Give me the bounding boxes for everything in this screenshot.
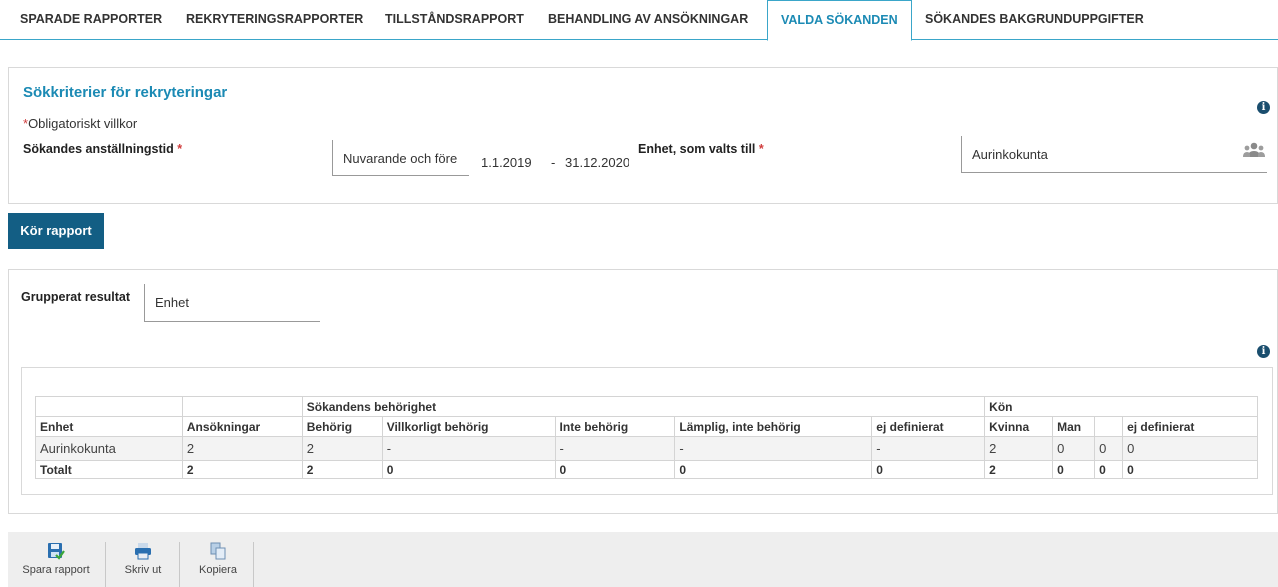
- table-cell: 0: [381, 460, 556, 479]
- bottom-toolbar: Spara rapport Skriv ut Kopiera: [8, 532, 1278, 587]
- table-cell: 2: [984, 460, 1054, 479]
- table-cell: 0: [554, 460, 676, 479]
- col-header: Inte behörig: [554, 416, 676, 437]
- info-icon[interactable]: i: [1257, 101, 1270, 114]
- copy-icon: [210, 542, 226, 560]
- table-cell: -: [554, 436, 676, 461]
- table-cell: 0: [1122, 460, 1258, 479]
- printer-icon: [135, 543, 151, 560]
- toolbar-divider: [253, 542, 254, 587]
- table-cell: 2: [181, 460, 303, 479]
- col-header: ej definierat: [871, 416, 986, 437]
- grouping-label: Grupperat resultat: [21, 290, 131, 304]
- table-cell: Totalt: [35, 460, 183, 479]
- toolbar-divider: [179, 542, 180, 587]
- tab-applicant-background[interactable]: SÖKANDES BAKGRUNDUPPGIFTER: [925, 0, 1144, 40]
- grouping-select[interactable]: Enhet: [144, 284, 320, 322]
- table-cell: 0: [1052, 436, 1096, 461]
- table-cell: 0: [1094, 460, 1124, 479]
- date-separator: -: [551, 155, 556, 170]
- group-header-eligibility: Sökandens behörighet: [301, 396, 986, 417]
- save-report-button[interactable]: Spara rapport: [16, 542, 96, 576]
- col-header: Behörig: [301, 416, 383, 437]
- table-cell: 0: [1052, 460, 1096, 479]
- table-cell: 2: [301, 436, 383, 461]
- run-report-button[interactable]: Kör rapport: [8, 213, 104, 249]
- save-icon: [48, 543, 65, 560]
- table-row: Aurinkokunta 2 2 - - - - 2 0 0 0: [35, 436, 1258, 461]
- employment-label: Sökandes anställningstid *: [23, 142, 183, 156]
- table-cell: 0: [871, 460, 986, 479]
- table-cell: -: [871, 436, 986, 461]
- report-table-container: Sökandens behörighet Kön Enhet Ansökning…: [21, 367, 1273, 495]
- table-column-header: Enhet Ansökningar Behörig Villkorligt be…: [35, 416, 1258, 437]
- table-cell: 2: [181, 436, 303, 461]
- col-header: Ansökningar: [181, 416, 303, 437]
- col-header: Kvinna: [984, 416, 1054, 437]
- unit-select[interactable]: Aurinkokunta: [961, 136, 1267, 173]
- table-cell: -: [381, 436, 556, 461]
- col-header: [1094, 416, 1124, 437]
- col-header: Villkorligt behörig: [381, 416, 556, 437]
- search-criteria-panel: Sökkriterier för rekryteringar i *Obliga…: [8, 67, 1278, 204]
- tab-recruitment-reports[interactable]: REKRYTERINGSRAPPORTER: [186, 0, 363, 40]
- date-from-field[interactable]: 1.1.2019: [481, 155, 531, 170]
- col-header: Lämplig, inte behörig: [674, 416, 873, 437]
- table-cell: 0: [1122, 436, 1258, 461]
- people-icon[interactable]: [1242, 141, 1266, 159]
- group-header-gender: Kön: [984, 396, 1258, 417]
- table-cell: -: [674, 436, 873, 461]
- tab-permit-report[interactable]: TILLSTÅNDSRAPPORT: [385, 0, 524, 40]
- criteria-title: Sökkriterier för rekryteringar: [23, 84, 228, 101]
- tab-selected-applicants[interactable]: VALDA SÖKANDEN: [767, 0, 912, 41]
- report-tabs: SPARADE RAPPORTER REKRYTERINGSRAPPORTER …: [0, 0, 1278, 41]
- table-cell: 2: [301, 460, 383, 479]
- table-cell: Aurinkokunta: [35, 436, 183, 461]
- tab-application-processing[interactable]: BEHANDLING AV ANSÖKNINGAR: [548, 0, 748, 40]
- employment-select[interactable]: Nuvarande och före: [332, 140, 469, 176]
- col-header: Man: [1052, 416, 1096, 437]
- table-cell: 0: [674, 460, 873, 479]
- report-table: Sökandens behörighet Kön Enhet Ansökning…: [35, 396, 1258, 479]
- col-header: ej definierat: [1122, 416, 1258, 437]
- result-panel: Grupperat resultat Enhet i Sökandens beh…: [8, 269, 1278, 514]
- print-button[interactable]: Skriv ut: [112, 542, 174, 576]
- date-to-field[interactable]: 31.12.2020: [565, 155, 629, 170]
- table-cell: 0: [1094, 436, 1124, 461]
- tab-saved-reports[interactable]: SPARADE RAPPORTER: [20, 0, 162, 40]
- col-header: Enhet: [35, 416, 183, 437]
- unit-label: Enhet, som valts till *: [638, 142, 764, 156]
- table-group-header: Sökandens behörighet Kön: [35, 396, 1258, 417]
- required-note: *Obligatoriskt villkor: [23, 116, 138, 131]
- copy-button[interactable]: Kopiera: [188, 542, 248, 576]
- toolbar-divider: [105, 542, 106, 587]
- info-icon[interactable]: i: [1257, 345, 1270, 358]
- table-cell: 2: [984, 436, 1054, 461]
- table-total-row: Totalt 2 2 0 0 0 0 2 0 0 0: [35, 460, 1258, 479]
